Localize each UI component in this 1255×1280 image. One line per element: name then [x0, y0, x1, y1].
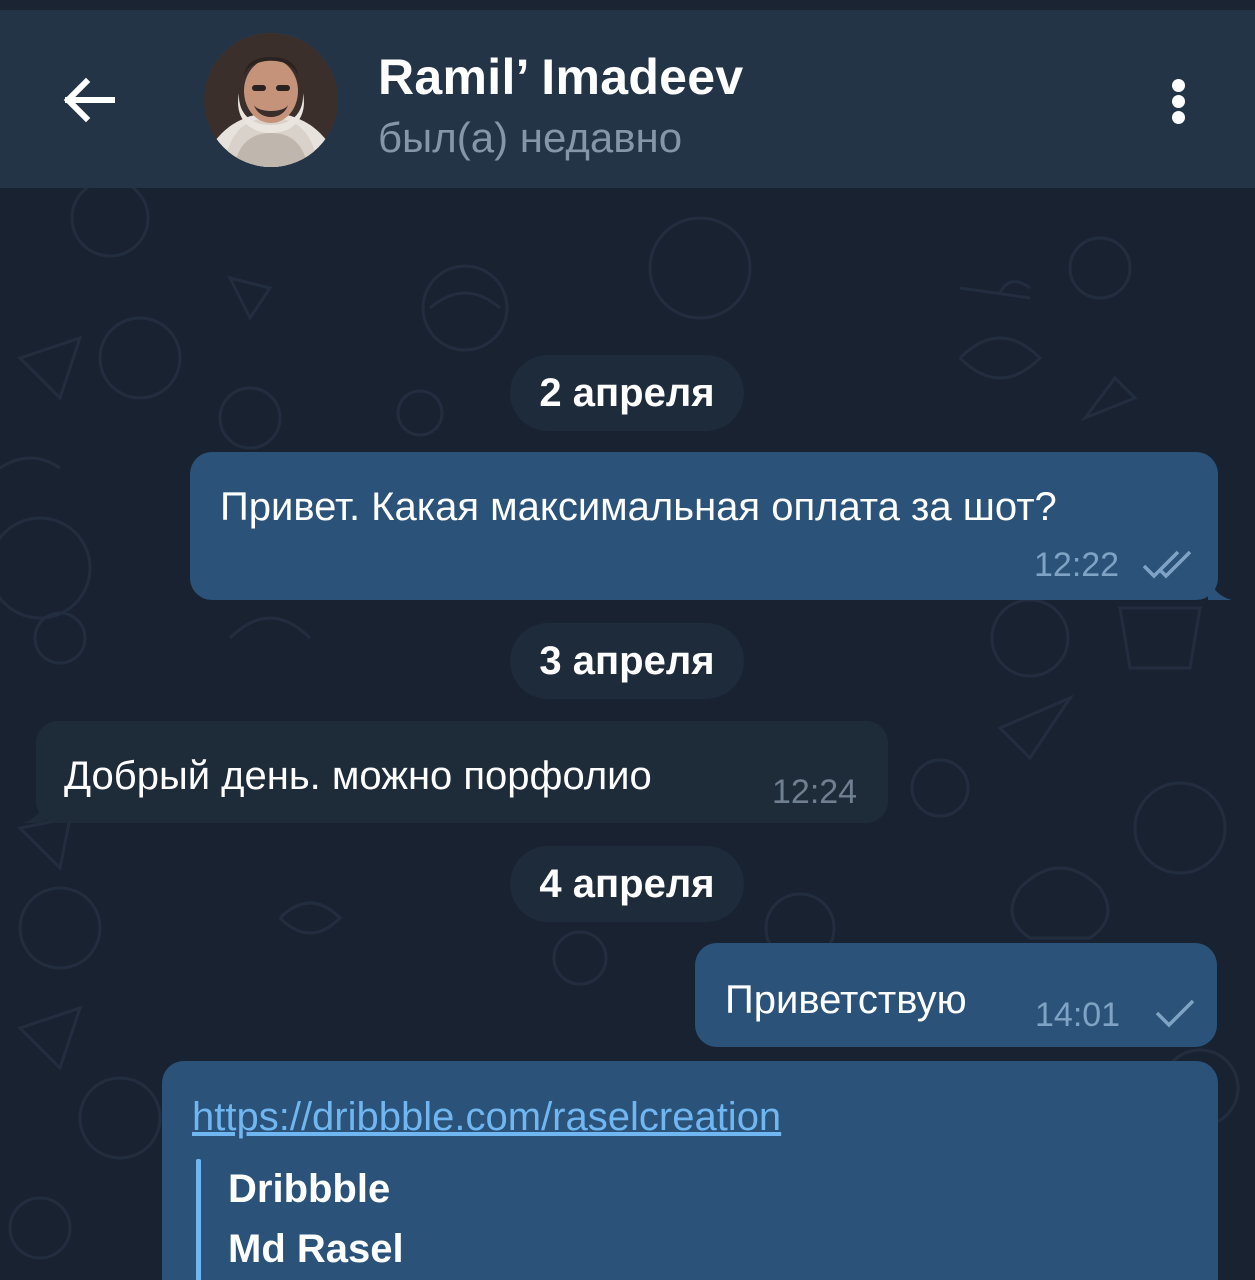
bubble-tail — [22, 799, 46, 823]
arrow-left-icon — [63, 77, 115, 123]
contact-avatar[interactable] — [204, 33, 338, 167]
chat-area[interactable]: 2 апреля Привет. Какая максимальная опла… — [0, 188, 1255, 1280]
outgoing-message[interactable]: Привет. Какая максимальная оплата за шот… — [190, 452, 1232, 600]
date-separator-label: 3 апреля — [539, 638, 715, 683]
link-preview-bar — [196, 1159, 201, 1280]
link-preview-site-name: Dribbble — [228, 1167, 391, 1211]
incoming-message[interactable]: Добрый день. можно порфолио 12:24 — [22, 721, 888, 823]
message-link[interactable]: https://dribbble.com/raselcreation — [192, 1097, 781, 1137]
date-separator-label: 4 апреля — [539, 861, 715, 906]
message-text: Приветствую — [725, 978, 967, 1022]
bubble-tail — [1208, 576, 1232, 600]
single-check-icon — [1155, 999, 1195, 1028]
message-time: 12:24 — [772, 773, 858, 811]
outgoing-message[interactable]: Приветствую 14:01 — [695, 943, 1217, 1047]
more-menu-button[interactable] — [1150, 68, 1206, 134]
link-preview-title: Md Rasel — [228, 1227, 404, 1271]
contact-status: был(а) недавно — [378, 114, 683, 161]
status-strip — [0, 0, 1255, 10]
back-button[interactable] — [52, 68, 124, 132]
double-check-icon — [1142, 550, 1192, 579]
date-separator-label: 2 апреля — [539, 370, 715, 415]
more-vertical-icon — [1171, 76, 1185, 127]
message-text: Добрый день. можно порфолио — [64, 754, 652, 798]
message-time: 14:01 — [1035, 996, 1121, 1034]
date-separator: 4 апреля — [510, 846, 744, 922]
contact-name[interactable]: Ramil’ Imadeev — [378, 52, 744, 102]
outgoing-link-message[interactable]: https://dribbble.com/raselcreation Dribb… — [162, 1061, 1218, 1280]
message-time: 12:22 — [1034, 546, 1120, 584]
avatar-photo — [204, 33, 338, 167]
date-separator: 3 апреля — [510, 623, 744, 699]
message-text: Привет. Какая максимальная оплата за шот… — [220, 485, 1057, 529]
chat-header: Ramil’ Imadeev был(а) недавно — [0, 10, 1255, 188]
date-separator: 2 апреля — [510, 355, 744, 431]
